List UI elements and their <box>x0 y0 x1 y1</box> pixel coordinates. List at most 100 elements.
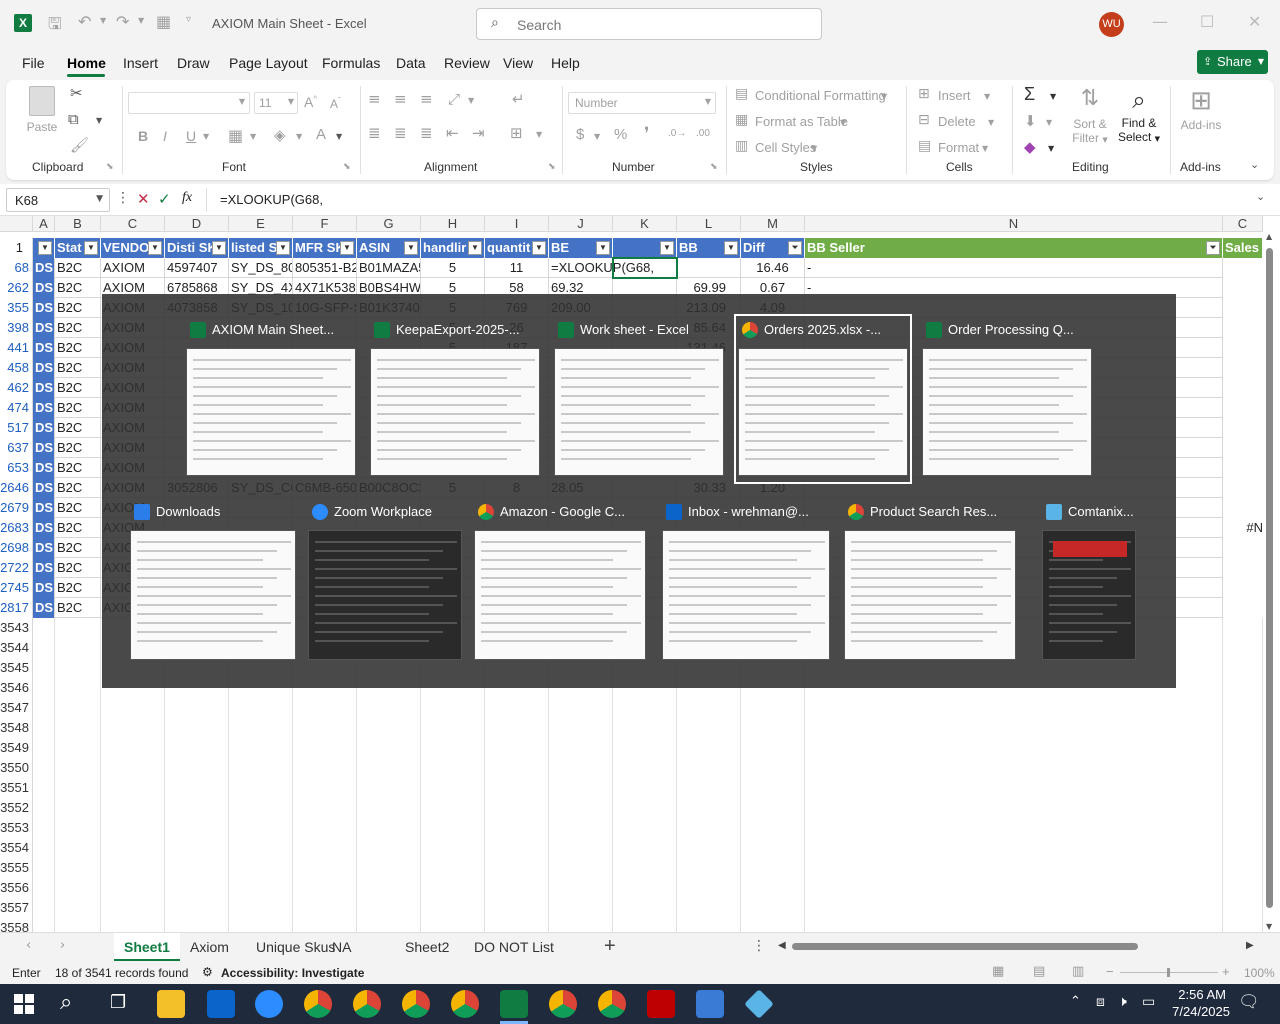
column-header[interactable]: H <box>421 216 485 232</box>
column-header[interactable]: D <box>165 216 229 232</box>
file-explorer-icon[interactable] <box>157 990 185 1018</box>
row-number[interactable]: 517 <box>0 418 33 438</box>
task-view-icon[interactable]: ❐ <box>110 992 126 1013</box>
horizontal-scroll-thumb[interactable] <box>792 943 1138 950</box>
name-box[interactable]: K68 ▼ <box>6 188 110 212</box>
table-cell[interactable]: DS <box>33 498 55 518</box>
chrome-profile-4-icon[interactable] <box>451 990 479 1018</box>
increase-font-icon[interactable]: A^ <box>304 94 317 110</box>
table-cell[interactable]: DS <box>33 418 55 438</box>
accessibility-status[interactable]: Accessibility: Investigate <box>221 966 364 980</box>
table-cell[interactable]: DS <box>33 358 55 378</box>
task-switcher-window[interactable]: AXIOM Main Sheet... <box>186 318 356 480</box>
table-cell[interactable]: DS <box>33 478 55 498</box>
table-cell[interactable]: B2C <box>55 438 101 458</box>
copy-icon[interactable]: ⧉ <box>68 110 79 128</box>
merge-dropdown-icon[interactable]: ▼ <box>536 130 542 139</box>
format-as-table-icon[interactable]: ▦ <box>735 112 748 128</box>
column-header[interactable]: L <box>677 216 741 232</box>
format-cells-dropdown-icon[interactable]: ▼ <box>982 144 988 153</box>
active-cell[interactable] <box>612 257 678 279</box>
increase-indent-icon[interactable]: ⇥ <box>472 124 485 142</box>
scroll-right-icon[interactable]: ▶ <box>1246 940 1254 951</box>
table-cell[interactable] <box>1223 498 1263 518</box>
vertical-scrollbar[interactable]: ▲ ▼ <box>1264 232 1276 932</box>
column-header[interactable]: M <box>741 216 805 232</box>
format-cells-button[interactable]: Format <box>938 140 979 155</box>
table-cell[interactable] <box>1223 298 1263 318</box>
row-number[interactable]: 474 <box>0 398 33 418</box>
chrome-icon[interactable] <box>304 990 332 1018</box>
table-cell[interactable]: B2C <box>55 578 101 598</box>
table-cell[interactable]: =XLOOKUP(G68, <box>549 258 654 278</box>
autosum-dropdown-icon[interactable]: ▼ <box>1050 92 1056 101</box>
menu-home[interactable]: Home <box>67 55 106 71</box>
display-icon[interactable]: ▭ <box>1142 994 1155 1010</box>
filter-dropdown-icon[interactable]: ▼ <box>148 241 162 255</box>
table-cell[interactable]: DS <box>33 378 55 398</box>
fill-color-dropdown-icon[interactable]: ▼ <box>296 132 302 141</box>
task-switcher-window[interactable]: Zoom Workplace <box>308 500 462 664</box>
row-number[interactable]: 3544 <box>0 638 33 658</box>
scroll-down-icon[interactable]: ▼ <box>1266 922 1272 931</box>
zoom-level[interactable]: 100% <box>1244 966 1275 980</box>
table-cell[interactable]: DS <box>33 558 55 578</box>
column-header[interactable]: N <box>805 216 1223 232</box>
row-number[interactable]: 3547 <box>0 698 33 718</box>
table-cell[interactable] <box>1223 358 1263 378</box>
cell-styles-dropdown-icon[interactable]: ▼ <box>811 144 817 153</box>
clock-time[interactable]: 2:56 AM <box>1172 987 1226 1002</box>
table-cell[interactable]: B2C <box>55 478 101 498</box>
task-switcher-window[interactable]: Orders 2025.xlsx -... <box>734 314 912 484</box>
row-number[interactable]: 355 <box>0 298 33 318</box>
table-header-cell[interactable]: Stat ▼ <box>55 238 101 258</box>
expand-formula-icon[interactable]: ⌄ <box>1256 190 1265 203</box>
page-break-view-icon[interactable]: ▥ <box>1072 964 1084 979</box>
scroll-left-icon[interactable]: ◀ <box>778 940 786 951</box>
outlook-icon[interactable] <box>207 990 235 1018</box>
row-number[interactable]: 3543 <box>0 618 33 638</box>
table-cell[interactable] <box>1223 258 1263 278</box>
row-number[interactable]: 2679 <box>0 498 33 518</box>
chrome-profile-2-icon[interactable] <box>353 990 381 1018</box>
cell-styles-icon[interactable]: ▥ <box>735 138 748 154</box>
table-cell[interactable]: B2C <box>55 498 101 518</box>
table-cell[interactable]: B2C <box>55 418 101 438</box>
underline-icon[interactable]: U <box>186 128 196 144</box>
table-cell[interactable]: 16.46 <box>741 258 805 278</box>
delete-cells-button[interactable]: Delete <box>938 114 976 129</box>
insert-cells-dropdown-icon[interactable]: ▼ <box>984 92 990 101</box>
row-number[interactable]: 2646 <box>0 478 33 498</box>
filter-active-icon[interactable]: ⏷ <box>1206 241 1220 255</box>
sheet-tab[interactable]: Axiom <box>180 933 239 961</box>
find-select-button[interactable]: ⌕ Find & Select ▼ <box>1116 86 1162 154</box>
table-header-cell[interactable]: Diff ⏷ <box>741 238 805 258</box>
filter-dropdown-icon[interactable]: ▼ <box>340 241 354 255</box>
column-header[interactable]: J <box>549 216 613 232</box>
table-cell[interactable]: 5 <box>421 258 485 278</box>
filter-dropdown-icon[interactable]: ▼ <box>724 241 738 255</box>
row-number[interactable]: 462 <box>0 378 33 398</box>
table-header-cell[interactable]: Sales <box>1223 238 1263 258</box>
filter-dropdown-icon[interactable]: ▼ <box>38 241 52 255</box>
row-number[interactable]: 3548 <box>0 718 33 738</box>
row-number[interactable]: 2698 <box>0 538 33 558</box>
zoom-icon[interactable] <box>255 990 283 1018</box>
cell-styles-button[interactable]: Cell Styles <box>755 140 816 155</box>
table-cell[interactable]: B2C <box>55 598 101 618</box>
decrease-indent-icon[interactable]: ⇤ <box>446 124 459 142</box>
paste-button[interactable]: Paste <box>26 86 58 146</box>
font-size-dropdown[interactable]: 11 ▼ <box>254 92 298 114</box>
save-icon[interactable]: 🖫 <box>48 13 62 40</box>
table-cell[interactable]: DS <box>33 518 55 538</box>
filter-dropdown-icon[interactable]: ▼ <box>84 241 98 255</box>
menu-help[interactable]: Help <box>551 55 580 71</box>
tab-bar-options-icon[interactable]: ⋮ <box>752 938 766 954</box>
row-number[interactable]: 3551 <box>0 778 33 798</box>
column-header[interactable]: E <box>229 216 293 232</box>
conditional-formatting-icon[interactable]: ▤ <box>735 86 748 102</box>
table-header-cell[interactable]: listed S ▼ <box>229 238 293 258</box>
zoom-out-icon[interactable]: − <box>1106 964 1114 979</box>
cut-icon[interactable]: ✂ <box>70 84 83 102</box>
share-button[interactable]: ⇪ Share ▼ <box>1197 50 1268 74</box>
